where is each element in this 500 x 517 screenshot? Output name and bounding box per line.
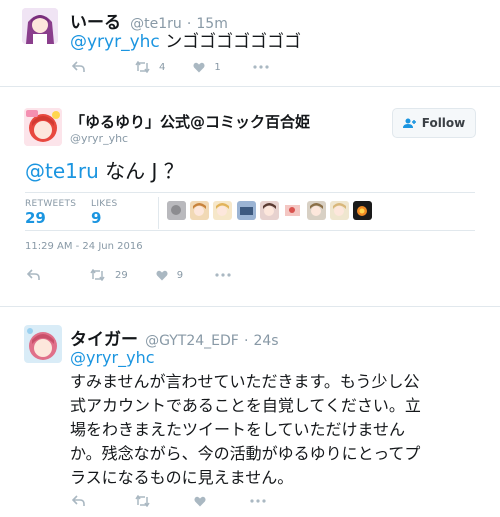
follow-button[interactable]: Follow (392, 108, 476, 138)
retweet-icon (90, 269, 105, 281)
like-count: 9 (176, 269, 184, 281)
retweet-count: 4 (159, 61, 166, 73)
like-icon (194, 496, 206, 506)
liker-avatar[interactable] (167, 201, 186, 220)
tweet-te1ru: いーる @te1ru · 15m @yryr_yhc ンゴゴゴゴゴゴゴ 4 1 (0, 0, 500, 88)
follow-person-icon (402, 118, 416, 128)
like-icon (193, 62, 205, 72)
liker-avatar[interactable] (213, 201, 232, 220)
tweet-text-line: か。残念ながら、今の活動がゆるゆりにとってプ (70, 444, 421, 463)
tweet-actions: 29 9 (27, 269, 231, 281)
more-icon (250, 499, 266, 503)
like-button[interactable]: 9 (156, 270, 183, 281)
tweet-text: ンゴゴゴゴゴゴゴ (165, 32, 302, 52)
tweet-gyt24-edf: タイガー @GYT24_EDF · 24s @yryr_yhc すみませんが言わ… (0, 307, 500, 517)
avatar-te1ru[interactable] (22, 8, 58, 44)
tweet-text-line: 場をわきまえたツイートをしていただけません (70, 420, 406, 439)
tweet-actions: 4 1 (72, 61, 269, 73)
follow-label: Follow (421, 116, 466, 130)
tweet-timestamp[interactable]: 11:29 AM - 24 Jun 2016 (25, 241, 143, 252)
avatar-image (24, 108, 62, 146)
tweet-actions (72, 495, 266, 507)
reply-icon (72, 495, 85, 506)
divider (25, 192, 475, 193)
like-button[interactable] (194, 496, 206, 507)
likes-value: 9 (91, 209, 102, 227)
like-count: 1 (214, 61, 221, 73)
avatar-gyt24-edf[interactable] (24, 325, 62, 363)
liker-avatar[interactable] (353, 201, 372, 220)
reply-button[interactable] (72, 61, 85, 73)
reply-mention[interactable]: @yryr_yhc (70, 32, 160, 52)
retweets-value: 29 (25, 209, 46, 227)
liker-avatar[interactable] (260, 201, 279, 220)
more-button[interactable] (250, 499, 266, 503)
avatar-image (24, 325, 62, 363)
reply-mention[interactable]: @te1ru (25, 159, 99, 183)
avatar-yryr-yhc[interactable] (24, 108, 62, 146)
retweets-label: RETWEETS (25, 199, 77, 209)
display-name[interactable]: 「ゆるゆり」公式@コミック百合姫 (70, 111, 310, 132)
retweet-button[interactable] (135, 495, 150, 507)
tweet-text-line: 式アカウントであることを自覚してください。立 (70, 396, 421, 415)
like-icon (156, 270, 168, 280)
tweet-text-line: すみませんが言わせていただきます。もう少し公 (70, 372, 420, 391)
reply-button[interactable] (72, 495, 85, 507)
likes-label: LIKES (91, 199, 118, 209)
liker-avatar[interactable] (307, 201, 326, 220)
liker-avatar[interactable] (190, 201, 209, 220)
more-icon (215, 273, 231, 277)
reply-icon (72, 61, 85, 72)
avatar-image (22, 8, 58, 44)
retweet-icon (135, 495, 150, 507)
more-button[interactable] (253, 65, 269, 69)
retweet-count: 29 (115, 269, 128, 281)
retweet-button[interactable]: 29 (90, 269, 128, 281)
tweet-text: なん J ？ (98, 159, 184, 183)
handle[interactable]: @yryr_yhc (70, 132, 128, 145)
divider (25, 230, 475, 231)
tweet-yryr-yhc: 「ゆるゆり」公式@コミック百合姫 @yryr_yhc Follow @te1ru… (0, 87, 500, 307)
like-button[interactable]: 1 (193, 61, 221, 73)
reply-icon (27, 269, 40, 280)
more-button[interactable] (215, 273, 231, 277)
liker-avatar[interactable] (283, 201, 302, 220)
reply-mention[interactable]: @yryr_yhc (70, 346, 421, 370)
retweet-button[interactable]: 4 (135, 61, 165, 73)
tweet-body: @yryr_yhc すみませんが言わせていただきます。もう少し公 式アカウントで… (70, 346, 421, 490)
stats-divider (158, 197, 159, 229)
more-icon (253, 65, 269, 69)
likes-stat[interactable]: LIKES 9 (91, 199, 117, 227)
liker-avatar[interactable] (330, 201, 349, 220)
reply-button[interactable] (27, 269, 40, 281)
tweet-text-line: ラスになるものに見えません。 (70, 468, 294, 487)
retweet-icon (135, 61, 150, 73)
retweets-stat[interactable]: RETWEETS 29 (25, 199, 76, 227)
liker-avatar[interactable] (237, 201, 256, 220)
